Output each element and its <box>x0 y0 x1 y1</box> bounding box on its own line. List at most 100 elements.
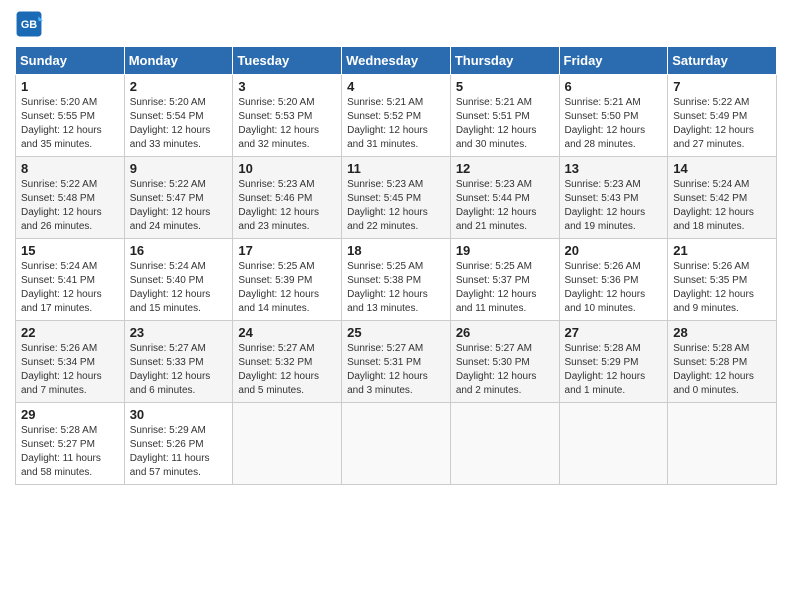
calendar-cell: 28 Sunrise: 5:28 AM Sunset: 5:28 PM Dayli… <box>668 321 777 403</box>
day-number: 20 <box>565 243 663 258</box>
day-number: 22 <box>21 325 119 340</box>
col-header-tuesday: Tuesday <box>233 47 342 75</box>
calendar-cell <box>342 403 451 485</box>
day-info: Sunrise: 5:26 AM Sunset: 5:35 PM Dayligh… <box>673 260 771 316</box>
calendar-cell: 3 Sunrise: 5:20 AM Sunset: 5:53 PM Daylig… <box>233 75 342 157</box>
header: GB <box>15 10 777 38</box>
day-number: 14 <box>673 161 771 176</box>
day-number: 27 <box>565 325 663 340</box>
day-info: Sunrise: 5:24 AM Sunset: 5:40 PM Dayligh… <box>130 260 228 316</box>
calendar-cell <box>450 403 559 485</box>
day-info: Sunrise: 5:27 AM Sunset: 5:33 PM Dayligh… <box>130 342 228 398</box>
day-number: 10 <box>238 161 336 176</box>
day-info: Sunrise: 5:25 AM Sunset: 5:37 PM Dayligh… <box>456 260 554 316</box>
day-info: Sunrise: 5:28 AM Sunset: 5:29 PM Dayligh… <box>565 342 663 398</box>
day-number: 7 <box>673 79 771 94</box>
calendar-cell: 21 Sunrise: 5:26 AM Sunset: 5:35 PM Dayli… <box>668 239 777 321</box>
calendar-cell: 10Sunrise: 5:23 AM Sunset: 5:46 PM Dayli… <box>233 157 342 239</box>
calendar-cell <box>233 403 342 485</box>
day-number: 21 <box>673 243 771 258</box>
day-number: 30 <box>130 407 228 422</box>
day-info: Sunrise: 5:20 AM Sunset: 5:55 PM Dayligh… <box>21 96 119 152</box>
day-number: 6 <box>565 79 663 94</box>
calendar-cell: 24Sunrise: 5:27 AM Sunset: 5:32 PM Dayli… <box>233 321 342 403</box>
day-info: Sunrise: 5:21 AM Sunset: 5:52 PM Dayligh… <box>347 96 445 152</box>
day-info: Sunrise: 5:22 AM Sunset: 5:49 PM Dayligh… <box>673 96 771 152</box>
day-info: Sunrise: 5:26 AM Sunset: 5:36 PM Dayligh… <box>565 260 663 316</box>
day-info: Sunrise: 5:23 AM Sunset: 5:43 PM Dayligh… <box>565 178 663 234</box>
day-info: Sunrise: 5:27 AM Sunset: 5:31 PM Dayligh… <box>347 342 445 398</box>
day-info: Sunrise: 5:20 AM Sunset: 5:53 PM Dayligh… <box>238 96 336 152</box>
day-info: Sunrise: 5:24 AM Sunset: 5:41 PM Dayligh… <box>21 260 119 316</box>
calendar-cell: 27 Sunrise: 5:28 AM Sunset: 5:29 PM Dayli… <box>559 321 668 403</box>
day-info: Sunrise: 5:25 AM Sunset: 5:38 PM Dayligh… <box>347 260 445 316</box>
calendar-cell: 6 Sunrise: 5:21 AM Sunset: 5:50 PM Daylig… <box>559 75 668 157</box>
calendar-cell: 18 Sunrise: 5:25 AM Sunset: 5:38 PM Dayli… <box>342 239 451 321</box>
calendar-cell: 23 Sunrise: 5:27 AM Sunset: 5:33 PM Dayli… <box>124 321 233 403</box>
day-info: Sunrise: 5:28 AM Sunset: 5:28 PM Dayligh… <box>673 342 771 398</box>
day-number: 5 <box>456 79 554 94</box>
calendar-cell: 11 Sunrise: 5:23 AM Sunset: 5:45 PM Dayli… <box>342 157 451 239</box>
calendar-cell: 15 Sunrise: 5:24 AM Sunset: 5:41 PM Dayli… <box>16 239 125 321</box>
logo-icon: GB <box>15 10 43 38</box>
day-number: 15 <box>21 243 119 258</box>
col-header-saturday: Saturday <box>668 47 777 75</box>
calendar-cell <box>559 403 668 485</box>
calendar-cell: 16 Sunrise: 5:24 AM Sunset: 5:40 PM Dayli… <box>124 239 233 321</box>
day-number: 8 <box>21 161 119 176</box>
calendar-table: SundayMondayTuesdayWednesdayThursdayFrid… <box>15 46 777 485</box>
calendar-cell: 19 Sunrise: 5:25 AM Sunset: 5:37 PM Dayli… <box>450 239 559 321</box>
calendar-cell: 7 Sunrise: 5:22 AM Sunset: 5:49 PM Daylig… <box>668 75 777 157</box>
day-info: Sunrise: 5:29 AM Sunset: 5:26 PM Dayligh… <box>130 424 228 480</box>
col-header-thursday: Thursday <box>450 47 559 75</box>
day-info: Sunrise: 5:26 AM Sunset: 5:34 PM Dayligh… <box>21 342 119 398</box>
day-info: Sunrise: 5:20 AM Sunset: 5:54 PM Dayligh… <box>130 96 228 152</box>
svg-text:GB: GB <box>21 19 37 31</box>
day-number: 28 <box>673 325 771 340</box>
calendar-cell: 26 Sunrise: 5:27 AM Sunset: 5:30 PM Dayli… <box>450 321 559 403</box>
calendar-cell: 13 Sunrise: 5:23 AM Sunset: 5:43 PM Dayli… <box>559 157 668 239</box>
day-number: 16 <box>130 243 228 258</box>
day-info: Sunrise: 5:22 AM Sunset: 5:48 PM Dayligh… <box>21 178 119 234</box>
calendar-cell: 1 Sunrise: 5:20 AM Sunset: 5:55 PM Daylig… <box>16 75 125 157</box>
day-number: 23 <box>130 325 228 340</box>
day-number: 11 <box>347 161 445 176</box>
col-header-monday: Monday <box>124 47 233 75</box>
day-number: 9 <box>130 161 228 176</box>
day-number: 18 <box>347 243 445 258</box>
logo: GB <box>15 10 47 38</box>
col-header-sunday: Sunday <box>16 47 125 75</box>
calendar-cell: 25Sunrise: 5:27 AM Sunset: 5:31 PM Dayli… <box>342 321 451 403</box>
calendar-cell: 9 Sunrise: 5:22 AM Sunset: 5:47 PM Daylig… <box>124 157 233 239</box>
calendar-cell: 29 Sunrise: 5:28 AM Sunset: 5:27 PM Dayli… <box>16 403 125 485</box>
calendar-cell: 12 Sunrise: 5:23 AM Sunset: 5:44 PM Dayli… <box>450 157 559 239</box>
day-info: Sunrise: 5:28 AM Sunset: 5:27 PM Dayligh… <box>21 424 119 480</box>
day-info: Sunrise: 5:24 AM Sunset: 5:42 PM Dayligh… <box>673 178 771 234</box>
day-number: 26 <box>456 325 554 340</box>
day-number: 1 <box>21 79 119 94</box>
calendar-cell: 14 Sunrise: 5:24 AM Sunset: 5:42 PM Dayli… <box>668 157 777 239</box>
calendar-cell: 17 Sunrise: 5:25 AM Sunset: 5:39 PM Dayli… <box>233 239 342 321</box>
calendar-cell: 8 Sunrise: 5:22 AM Sunset: 5:48 PM Daylig… <box>16 157 125 239</box>
day-number: 19 <box>456 243 554 258</box>
day-info: Sunrise: 5:27 AM Sunset: 5:30 PM Dayligh… <box>456 342 554 398</box>
calendar-cell: 5Sunrise: 5:21 AM Sunset: 5:51 PM Daylig… <box>450 75 559 157</box>
day-info: Sunrise: 5:22 AM Sunset: 5:47 PM Dayligh… <box>130 178 228 234</box>
day-info: Sunrise: 5:25 AM Sunset: 5:39 PM Dayligh… <box>238 260 336 316</box>
day-number: 17 <box>238 243 336 258</box>
calendar-cell <box>668 403 777 485</box>
col-header-wednesday: Wednesday <box>342 47 451 75</box>
calendar-cell: 20 Sunrise: 5:26 AM Sunset: 5:36 PM Dayli… <box>559 239 668 321</box>
calendar-cell: 22 Sunrise: 5:26 AM Sunset: 5:34 PM Dayli… <box>16 321 125 403</box>
col-header-friday: Friday <box>559 47 668 75</box>
day-info: Sunrise: 5:23 AM Sunset: 5:45 PM Dayligh… <box>347 178 445 234</box>
day-number: 12 <box>456 161 554 176</box>
day-number: 2 <box>130 79 228 94</box>
day-number: 3 <box>238 79 336 94</box>
day-number: 13 <box>565 161 663 176</box>
day-number: 29 <box>21 407 119 422</box>
day-number: 4 <box>347 79 445 94</box>
day-info: Sunrise: 5:23 AM Sunset: 5:44 PM Dayligh… <box>456 178 554 234</box>
day-number: 24 <box>238 325 336 340</box>
day-info: Sunrise: 5:21 AM Sunset: 5:50 PM Dayligh… <box>565 96 663 152</box>
